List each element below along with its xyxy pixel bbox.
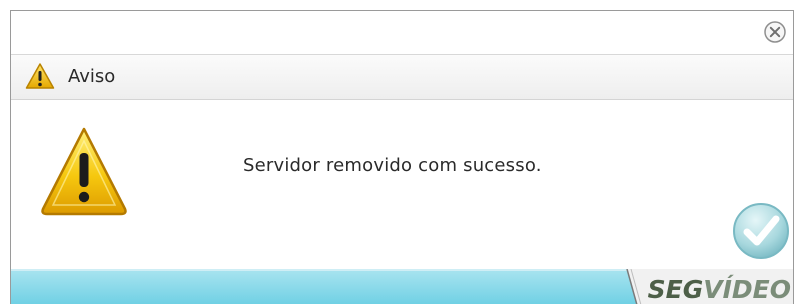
warning-icon — [41, 127, 127, 216]
confirm-button[interactable] — [731, 201, 791, 261]
brand-logo: SEGVÍDEO — [648, 276, 791, 304]
warning-icon — [25, 63, 55, 89]
logo-text-video: VÍDEO — [703, 275, 791, 304]
checkmark-icon — [733, 203, 789, 259]
close-icon — [764, 21, 786, 43]
alert-dialog: Aviso Servidor removido com sucesso. SEG… — [10, 10, 794, 304]
dialog-title-bar — [11, 11, 793, 54]
dialog-header: Aviso — [11, 54, 793, 100]
logo-text-seg: SEG — [647, 275, 704, 304]
dialog-title: Aviso — [68, 66, 116, 87]
close-button[interactable] — [763, 20, 787, 44]
dialog-message: Servidor removido com sucesso. — [243, 155, 542, 176]
